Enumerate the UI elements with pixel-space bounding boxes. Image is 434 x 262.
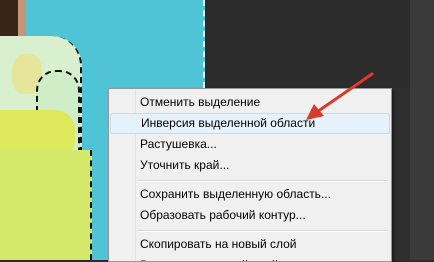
red-arrow-icon — [306, 72, 374, 120]
model-belt — [0, 110, 75, 152]
menu-item-layer-via-cut[interactable]: Вырезать на новый слой — [110, 255, 390, 261]
menu-item-refine-edge[interactable]: Уточнить край... — [110, 155, 390, 176]
model-hair — [0, 0, 18, 40]
panel-edge — [410, 0, 434, 260]
menu-separator — [137, 230, 388, 232]
model-skirt — [0, 150, 92, 260]
menu-item-make-work-path[interactable]: Образовать рабочий контур... — [110, 205, 390, 226]
menu-item-layer-via-copy[interactable]: Скопировать на новый слой — [110, 234, 390, 255]
menu-separator — [137, 180, 388, 182]
menu-item-feather[interactable]: Растушевка... — [110, 134, 390, 155]
menu-item-save-selection[interactable]: Сохранить выделенную область... — [110, 184, 390, 205]
